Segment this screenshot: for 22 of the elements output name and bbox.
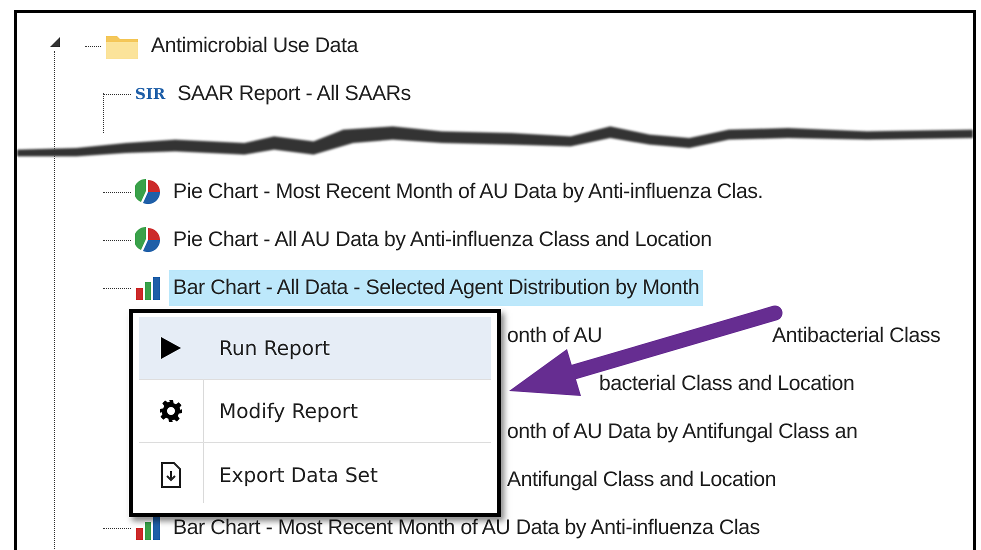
sir-icon: SIR [135,85,166,103]
tree-item[interactable]: Pie Chart - All AU Data by Anti-influenza Class and Location [169,222,716,258]
tree-item-text[interactable]: Antibacterial Class [768,318,944,354]
settings-icon [159,399,183,423]
play-icon [160,336,182,360]
menu-item[interactable]: Export Data Set [139,443,491,507]
menu-item[interactable]: Run Report [139,317,491,380]
tree-item[interactable]: Pie Chart - Most Recent Month of AU Data by Anti-influenza Clas. [169,174,768,210]
pie-chart-icon [135,179,161,205]
tree-item-text[interactable]: onth of AU [503,318,606,354]
expand-arrow-icon[interactable] [49,36,61,48]
tree-item[interactable]: SAAR Report - All SAARs [173,76,415,112]
download-file-icon [160,462,182,488]
tree-item[interactable]: Antifungal Class and Location [503,462,780,498]
tree-item[interactable]: Antimicrobial Use Data [147,28,362,64]
tree-item[interactable]: bacterial Class and Location [595,366,858,402]
pie-chart-icon [135,227,161,253]
tree-item[interactable]: onth of AU Data by Antifungal Class an [503,414,862,450]
bar-chart-icon [135,276,161,300]
tree-item[interactable]: Bar Chart - All Data - Selected Agent Distribution by Month [169,270,704,306]
menu-item[interactable]: Modify Report [139,380,491,443]
bar-chart-icon [135,516,161,540]
